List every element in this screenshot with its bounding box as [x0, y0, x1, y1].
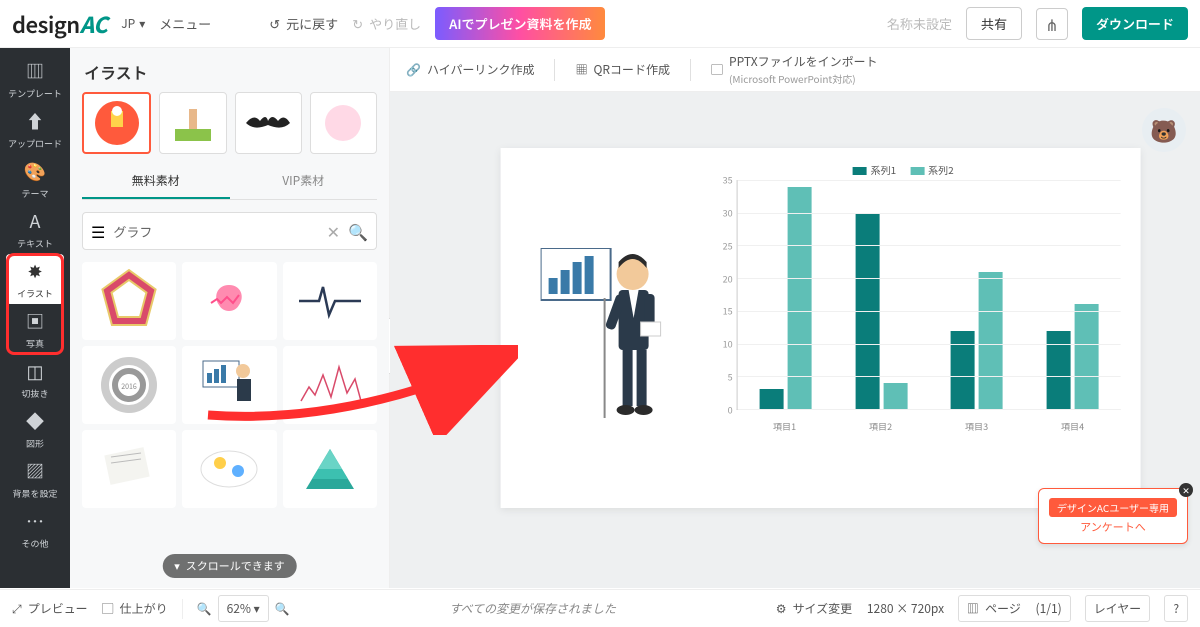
zoom-out-button[interactable]: 🔍 — [197, 600, 212, 617]
palette-icon: 🎨 — [24, 158, 46, 184]
scroll-hint: ▾スクロールできます — [162, 554, 297, 578]
clear-icon[interactable]: ✕ — [327, 219, 340, 243]
presenter-illustration[interactable] — [541, 248, 671, 428]
link-icon: 🔗 — [406, 61, 421, 78]
category-thumb[interactable] — [82, 92, 151, 154]
survey-link[interactable]: アンケートへ — [1049, 519, 1177, 535]
chart-legend: 系列1 系列2 — [853, 162, 954, 177]
svg-text:2016: 2016 — [121, 382, 137, 392]
rail-cutout[interactable]: ◫切抜き — [6, 354, 64, 404]
ai-create-button[interactable]: AIでプレゼン資料を作成 — [435, 7, 605, 40]
expand-icon: ⤢ — [12, 600, 22, 617]
page-nav[interactable]: ▥ページ (1/1) — [958, 595, 1071, 622]
language-selector[interactable]: JP ▾ — [121, 15, 145, 32]
gear-icon: ⚙ — [776, 600, 787, 617]
hatch-icon: ▨ — [26, 458, 44, 484]
asset-thumb[interactable] — [182, 430, 276, 508]
asset-thumb[interactable] — [182, 262, 276, 340]
rail-more[interactable]: ⋯その他 — [6, 504, 64, 554]
scroll-icon: ▾ — [174, 558, 180, 574]
resize-button[interactable]: ⚙サイズ変更 1280 × 720px — [776, 600, 944, 617]
panel-heading: イラスト — [70, 48, 389, 92]
assistant-avatar[interactable]: 🐻 — [1142, 108, 1186, 152]
category-thumb[interactable] — [235, 92, 302, 154]
finish-button[interactable]: ▢仕上がり — [102, 600, 168, 617]
tab-free[interactable]: 無料素材 — [82, 164, 230, 199]
redo-button[interactable]: ↻やり直し — [352, 14, 421, 33]
pptx-import-button[interactable]: ▢PPTXファイルをインポート(Microsoft PowerPoint対応) — [711, 53, 878, 87]
asset-thumb[interactable] — [283, 430, 377, 508]
rail-photo[interactable]: ▣写真 — [6, 304, 64, 354]
search-input[interactable] — [113, 222, 318, 241]
logo[interactable]: designAC — [12, 8, 107, 40]
zoom-select[interactable]: 62% ▾ — [218, 595, 269, 622]
text-icon: A — [30, 208, 41, 234]
share-button[interactable]: 共有 — [966, 7, 1022, 40]
footer-bar: ⤢プレビュー ▢仕上がり 🔍 62% ▾ 🔍 すべての変更が保存されました ⚙サ… — [0, 589, 1200, 627]
category-thumb[interactable] — [310, 92, 377, 154]
crop-icon: ◫ — [26, 358, 43, 384]
bar-chart[interactable]: 05101520253035 項目1項目2項目3項目4 — [711, 180, 1121, 440]
download-button[interactable]: ダウンロード — [1082, 7, 1188, 40]
rail-templates[interactable]: ▥テンプレート — [6, 54, 64, 104]
qr-icon: ▦ — [575, 61, 587, 78]
tab-vip[interactable]: VIP素材 — [230, 164, 378, 199]
shapes-icon: ◆ — [26, 408, 44, 434]
asset-thumb[interactable] — [182, 346, 276, 424]
rail-text[interactable]: Aテキスト — [6, 204, 64, 254]
zoom-in-button[interactable]: 🔍 — [275, 600, 290, 617]
hyperlink-button[interactable]: 🔗ハイパーリンク作成 — [406, 61, 534, 78]
rail-upload[interactable]: ⬆アップロード — [6, 104, 64, 154]
undo-icon: ↺ — [269, 14, 280, 33]
side-panel: イラスト 無料素材 VIP素材 ☰ ✕ 🔍 2016 — [70, 48, 390, 588]
left-rail: ▥テンプレート ⬆アップロード 🎨テーマ Aテキスト ✸イラスト ▣写真 ◫切抜… — [0, 48, 70, 588]
filter-icon[interactable]: ☰ — [91, 219, 105, 243]
rail-illustration[interactable]: ✸イラスト — [6, 254, 64, 304]
menu-button[interactable]: メニュー — [159, 14, 211, 33]
preview-button[interactable]: ⤢プレビュー — [12, 600, 88, 617]
canvas-area: 🔗ハイパーリンク作成 ▦QRコード作成 ▢PPTXファイルをインポート(Micr… — [390, 48, 1200, 588]
close-icon[interactable]: ✕ — [1179, 483, 1193, 497]
asset-thumb[interactable] — [283, 346, 377, 424]
chevron-down-icon: ▾ — [139, 15, 145, 32]
asset-thumb[interactable] — [82, 430, 176, 508]
upload-icon: ⬆ — [26, 108, 44, 134]
asset-thumb[interactable] — [283, 262, 377, 340]
sparkle-icon: ✸ — [27, 258, 42, 284]
canvas[interactable]: 系列1 系列2 05101520253035 項目1項目2項目3項目4 — [501, 148, 1141, 508]
share-link-button[interactable]: ⋔ — [1036, 8, 1068, 40]
search-bar: ☰ ✕ 🔍 — [82, 212, 377, 250]
rail-theme[interactable]: 🎨テーマ — [6, 154, 64, 204]
pptx-icon: ▢ — [711, 61, 723, 78]
save-status: すべての変更が保存されました — [449, 600, 616, 617]
help-button[interactable]: ? — [1164, 595, 1188, 622]
document-icon: ▢ — [102, 600, 114, 617]
undo-button[interactable]: ↺元に戻す — [269, 14, 338, 33]
layer-button[interactable]: レイヤー — [1085, 595, 1151, 622]
more-icon: ⋯ — [26, 508, 44, 534]
image-icon: ▣ — [26, 308, 44, 334]
qr-button[interactable]: ▦QRコード作成 — [575, 61, 670, 78]
survey-tag: デザインACユーザー専用 — [1049, 498, 1177, 517]
asset-thumb[interactable] — [82, 262, 176, 340]
share-icon: ⋔ — [1045, 12, 1058, 36]
asset-thumb[interactable]: 2016 — [82, 346, 176, 424]
book-icon: ▥ — [967, 600, 979, 617]
rail-shapes[interactable]: ◆図形 — [6, 404, 64, 454]
help-icon: ? — [1173, 600, 1179, 617]
rail-background[interactable]: ▨背景を設定 — [6, 454, 64, 504]
survey-popup: ✕ デザインACユーザー専用 アンケートへ — [1038, 488, 1188, 544]
search-icon[interactable]: 🔍 — [348, 219, 368, 243]
template-icon: ▥ — [26, 58, 44, 84]
category-thumb[interactable] — [159, 92, 226, 154]
redo-icon: ↻ — [352, 14, 363, 33]
document-title[interactable]: 名称未設定 — [887, 14, 952, 33]
